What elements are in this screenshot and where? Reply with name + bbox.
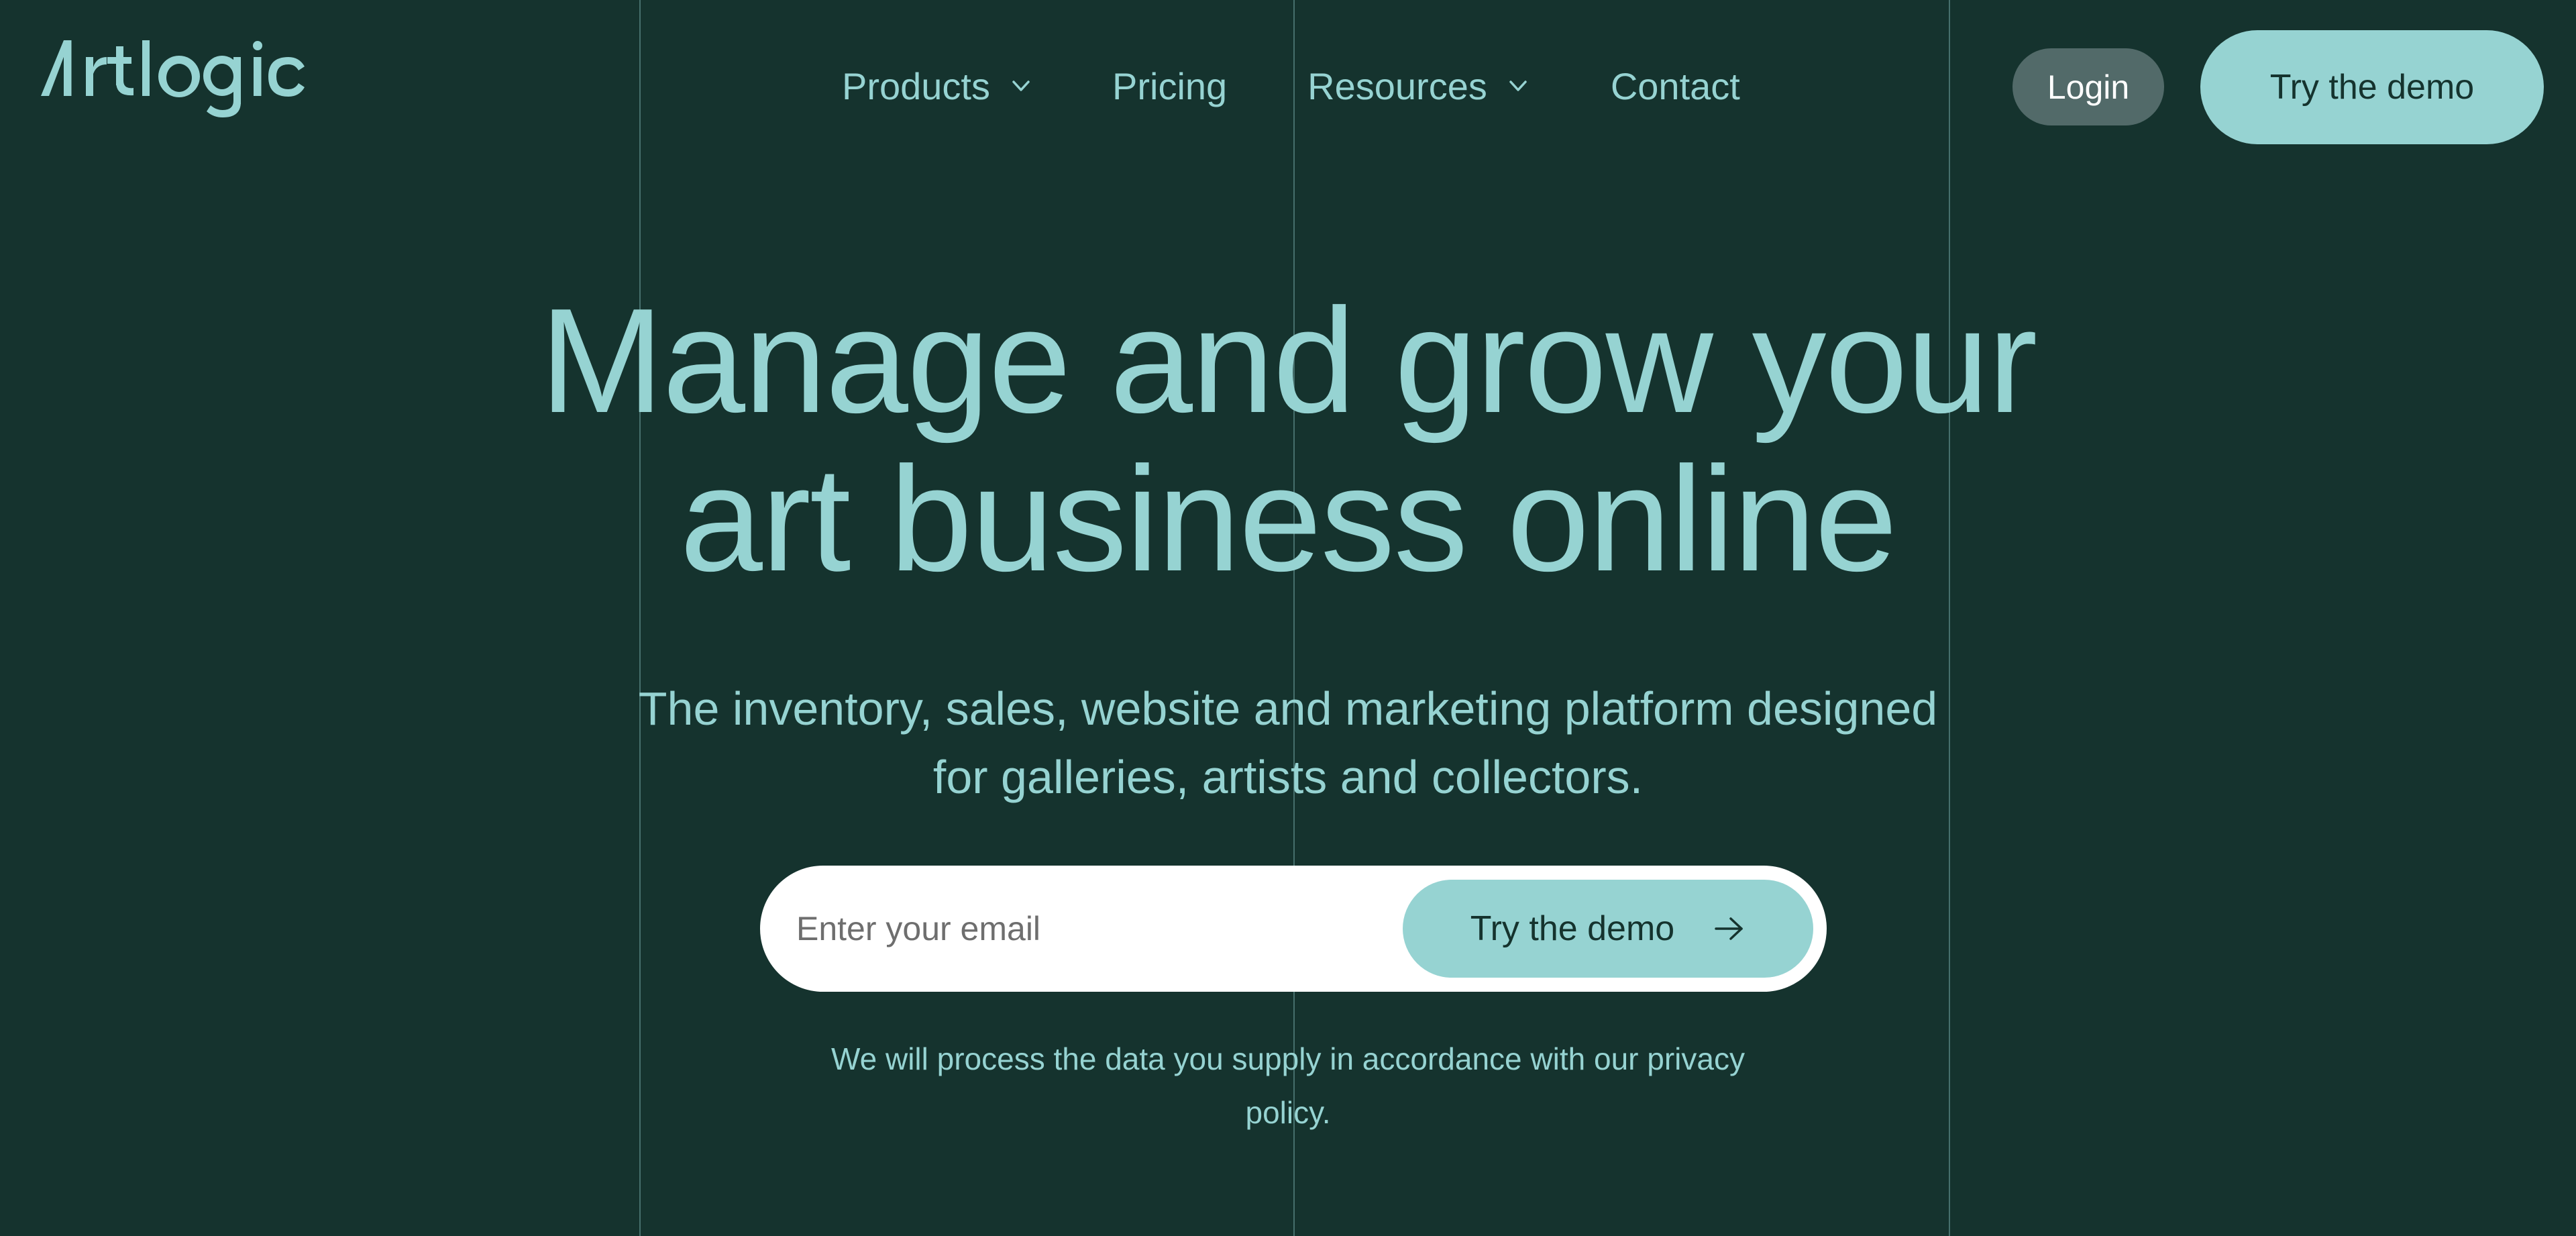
privacy-disclaimer: We will process the data you supply in a… (0, 1032, 2576, 1139)
nav-item-label: Contact (1610, 64, 1740, 107)
nav-item-products[interactable]: Products (842, 59, 1033, 113)
hero-headline-line: art business online (680, 436, 1897, 603)
chevron-down-icon (1012, 81, 1030, 91)
privacy-disclaimer-line: policy. (1245, 1095, 1331, 1130)
try-demo-submit-label: Try the demo (1470, 909, 1675, 948)
artlogic-logo[interactable] (38, 40, 319, 127)
nav-item-label: Pricing (1112, 64, 1228, 107)
login-button[interactable]: Login (2012, 48, 2164, 125)
site-header: Products Pricing Resources Contact Login… (0, 0, 2576, 174)
arrow-right-icon (1715, 917, 1743, 940)
privacy-disclaimer-line: We will process the data you supply in a… (831, 1041, 1745, 1076)
chevron-down-icon (1509, 81, 1527, 91)
try-demo-submit-button[interactable]: Try the demo (1403, 880, 1813, 978)
nav-item-label: Products (842, 64, 990, 107)
hero-headline-line: Manage and grow your (539, 278, 2038, 444)
nav-item-pricing[interactable]: Pricing (1112, 59, 1227, 113)
hero-subheading: The inventory, sales, website and market… (0, 674, 2576, 811)
nav-item-label: Resources (1307, 64, 1487, 107)
try-demo-header-button[interactable]: Try the demo (2200, 30, 2544, 144)
hero-headline: Manage and grow your art business online (0, 282, 2576, 599)
main-nav: Products Pricing Resources Contact (842, 59, 1740, 113)
nav-item-contact[interactable]: Contact (1611, 59, 1740, 113)
nav-item-resources[interactable]: Resources (1307, 59, 1530, 113)
hero-subheading-line: for galleries, artists and collectors. (932, 751, 1644, 803)
artlogic-logo-icon (41, 40, 305, 117)
hero-subheading-line: The inventory, sales, website and market… (638, 682, 1938, 735)
demo-signup-form: Try the demo (760, 865, 1827, 992)
